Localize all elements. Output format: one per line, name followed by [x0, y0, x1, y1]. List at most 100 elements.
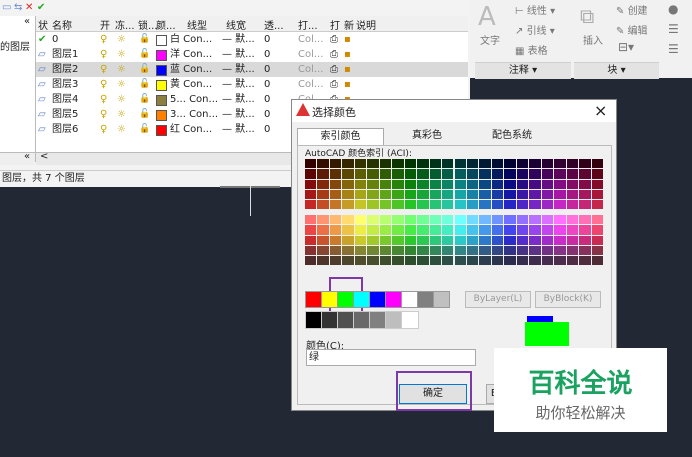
layer-plot-icon[interactable]: ⎙	[330, 62, 338, 77]
aci-swatch[interactable]	[454, 179, 466, 189]
layer-transparency[interactable]: 0	[264, 47, 270, 62]
aci-swatch[interactable]	[417, 245, 429, 256]
aci-swatch[interactable]	[454, 235, 466, 245]
layer-color-linetype[interactable]: 5... Con...	[170, 92, 218, 107]
layer-lineweight[interactable]: — 默...	[222, 77, 255, 92]
column-header[interactable]: 颜...	[156, 17, 176, 32]
edit-block[interactable]: ✎ 编辑	[616, 22, 648, 37]
aci-swatch[interactable]	[591, 200, 603, 210]
aci-swatch[interactable]	[579, 225, 591, 235]
aci-swatch[interactable]	[579, 189, 591, 200]
bylayer-button[interactable]: ByLayer(L)	[465, 291, 531, 308]
aci-swatch[interactable]	[516, 225, 529, 235]
aci-swatch[interactable]	[429, 189, 442, 200]
tab-color-books[interactable]: 配色系统	[472, 128, 552, 144]
aci-swatch[interactable]	[305, 215, 317, 225]
aci-swatch[interactable]	[404, 189, 417, 200]
layer-transparency[interactable]: 0	[264, 32, 270, 47]
layer-color-linetype[interactable]: 黄 Con...	[170, 77, 212, 92]
aci-swatch[interactable]	[329, 159, 342, 169]
layer-status-icon[interactable]: ▱	[38, 47, 46, 62]
layer-color-linetype[interactable]: 红 Con...	[170, 122, 212, 137]
aci-swatch[interactable]	[329, 225, 342, 235]
aci-swatch[interactable]	[566, 159, 579, 169]
layer-color-linetype[interactable]: 洋 Con...	[170, 47, 212, 62]
aci-swatch[interactable]	[504, 215, 516, 225]
layer-color-linetype[interactable]: 3... Con...	[170, 107, 218, 122]
aci-swatch[interactable]	[442, 235, 454, 245]
aci-swatch[interactable]	[491, 200, 504, 210]
layer-new-vp-freeze-icon[interactable]: ▪	[344, 77, 351, 92]
aci-swatch[interactable]	[579, 159, 591, 169]
standard-color-swatch[interactable]	[401, 291, 418, 308]
delete-layer-icon[interactable]: ✕	[25, 2, 33, 13]
aci-swatch[interactable]	[367, 225, 379, 235]
aci-swatch[interactable]	[454, 169, 466, 179]
aci-swatch[interactable]	[342, 235, 354, 245]
tab-true-color[interactable]: 真彩色	[387, 128, 467, 144]
layer-on-icon[interactable]: ♀	[100, 77, 107, 92]
layer-lock-icon[interactable]: 🔓	[139, 32, 150, 47]
aci-swatch[interactable]	[442, 245, 454, 256]
aci-palette-top[interactable]	[305, 159, 604, 267]
aci-swatch[interactable]	[342, 179, 354, 189]
aci-swatch[interactable]	[305, 245, 317, 256]
layer-lock-icon[interactable]: 🔓	[139, 77, 150, 92]
layer-transparency[interactable]: 0	[264, 122, 270, 137]
aci-swatch[interactable]	[305, 225, 317, 235]
aci-swatch[interactable]	[429, 245, 442, 256]
aci-swatch[interactable]	[429, 225, 442, 235]
layer-on-icon[interactable]: ♀	[100, 62, 107, 77]
layer-transparency[interactable]: 0	[264, 92, 270, 107]
annotation-panel-title[interactable]: 注释 ▾	[475, 62, 571, 79]
layer-on-icon[interactable]: ♀	[100, 47, 107, 62]
aci-swatch[interactable]	[479, 235, 491, 245]
aci-swatch[interactable]	[429, 159, 442, 169]
aci-swatch[interactable]	[329, 256, 342, 266]
aci-swatch[interactable]	[404, 200, 417, 210]
aci-swatch[interactable]	[541, 256, 554, 266]
property-lineweight-icon[interactable]: ☰	[668, 42, 679, 56]
layer-plot-style[interactable]: Col...	[298, 62, 323, 77]
expand-icon[interactable]: «	[24, 16, 30, 27]
layer-lineweight[interactable]: — 默...	[222, 92, 255, 107]
aci-swatch[interactable]	[404, 245, 417, 256]
layer-freeze-icon[interactable]: ☼	[117, 32, 126, 47]
aci-swatch[interactable]	[591, 225, 603, 235]
aci-swatch[interactable]	[529, 235, 541, 245]
aci-swatch[interactable]	[591, 215, 603, 225]
aci-swatch[interactable]	[404, 169, 417, 179]
layer-color-swatch[interactable]	[156, 50, 167, 61]
aci-swatch[interactable]	[392, 245, 404, 256]
collapse-icon[interactable]: «	[24, 151, 30, 162]
aci-swatch[interactable]	[379, 200, 392, 210]
aci-swatch[interactable]	[392, 215, 404, 225]
layer-color-swatch[interactable]	[156, 80, 167, 91]
aci-swatch[interactable]	[379, 159, 392, 169]
layer-name[interactable]: 图层2	[52, 62, 78, 77]
layer-row[interactable]: ▱ 图层3 ♀ ☼ 🔓 黄 Con... — 默... 0 Col... ⎙ ▪	[36, 77, 468, 92]
aci-swatch[interactable]	[504, 200, 516, 210]
aci-swatch[interactable]	[479, 189, 491, 200]
layer-freeze-icon[interactable]: ☼	[117, 77, 126, 92]
aci-swatch[interactable]	[342, 169, 354, 179]
aci-swatch[interactable]	[392, 256, 404, 266]
aci-swatch[interactable]	[491, 256, 504, 266]
aci-swatch[interactable]	[454, 225, 466, 235]
aci-swatch[interactable]	[566, 245, 579, 256]
layer-freeze-icon[interactable]: ☼	[117, 62, 126, 77]
aci-swatch[interactable]	[529, 245, 541, 256]
aci-swatch[interactable]	[429, 256, 442, 266]
layer-lock-icon[interactable]: 🔓	[139, 122, 150, 137]
layer-lineweight[interactable]: — 默...	[222, 47, 255, 62]
aci-swatch[interactable]	[466, 225, 479, 235]
layer-lineweight[interactable]: — 默...	[222, 62, 255, 77]
aci-swatch[interactable]	[466, 159, 479, 169]
layer-freeze-icon[interactable]: ☼	[117, 47, 126, 62]
layer-on-icon[interactable]: ♀	[100, 122, 107, 137]
aci-swatch[interactable]	[429, 179, 442, 189]
block-panel-title[interactable]: 块 ▾	[574, 62, 659, 79]
aci-swatch[interactable]	[579, 256, 591, 266]
standard-color-swatch[interactable]	[353, 291, 370, 308]
aci-swatch[interactable]	[404, 225, 417, 235]
